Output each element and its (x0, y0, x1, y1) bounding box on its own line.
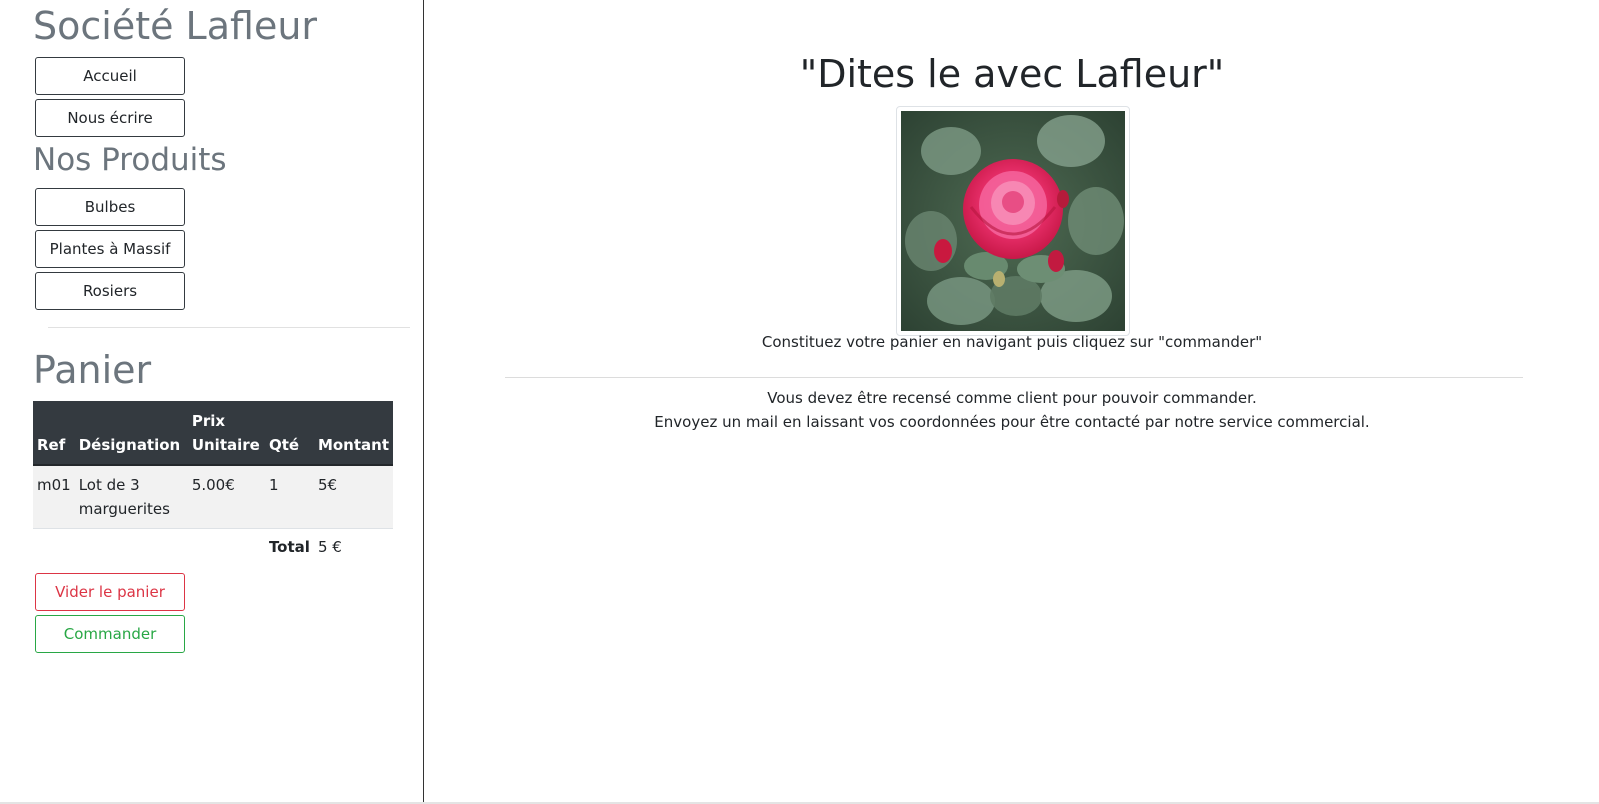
header-amount: Montant (313, 401, 393, 466)
nav-button-nous-ecrire[interactable]: Nous écrire (35, 99, 185, 137)
header-designation: Désignation (74, 401, 188, 466)
nav-button-accueil[interactable]: Accueil (35, 57, 185, 95)
cell-amount: 5€ (313, 465, 393, 529)
order-button[interactable]: Commander (35, 615, 185, 653)
cart-title: Panier (33, 348, 152, 392)
cell-ref: m01 (33, 465, 75, 529)
cell-qty: 1 (264, 465, 314, 529)
cell-unit-price: 5.00€ (187, 465, 265, 529)
cart-header-row: Ref Désignation Prix Unitaire Qté Montan… (33, 401, 393, 466)
sidebar-divider (48, 327, 410, 328)
notice-line-1: Vous devez être recensé comme client pou… (767, 389, 1257, 407)
cart-table: Ref Désignation Prix Unitaire Qté Montan… (33, 401, 393, 566)
product-button-plantes-a-massif[interactable]: Plantes à Massif (35, 230, 185, 268)
total-label: Total (268, 538, 310, 556)
page: Société Lafleur Accueil Nous écrire Nos … (0, 0, 1599, 804)
empty-cart-button[interactable]: Vider le panier (35, 573, 185, 611)
rose-photo (896, 106, 1130, 336)
notice-line-2: Envoyez un mail en laissant vos coordonn… (654, 413, 1370, 431)
sidebar: Société Lafleur Accueil Nous écrire Nos … (0, 0, 424, 802)
table-row: m01 Lot de 3 marguerites 5.00€ 1 5€ (33, 465, 393, 529)
header-unit-price: Prix Unitaire (187, 401, 265, 466)
product-button-rosiers[interactable]: Rosiers (35, 272, 185, 310)
main-divider (505, 377, 1523, 378)
main-content: "Dites le avec Lafleur" Constituez votre… (425, 0, 1599, 802)
product-button-bulbes[interactable]: Bulbes (35, 188, 185, 226)
products-title: Nos Produits (33, 142, 227, 178)
header-ref: Ref (33, 401, 75, 466)
rose-image (901, 111, 1125, 331)
instructions-text: Constituez votre panier en navigant puis… (761, 333, 1263, 351)
main-title: "Dites le avec Lafleur" (799, 52, 1225, 96)
total-row: Total 5 € (33, 529, 393, 567)
header-qty: Qté (264, 401, 314, 466)
total-value: 5 € (317, 538, 342, 556)
cell-designation: Lot de 3 marguerites (74, 465, 188, 529)
company-title: Société Lafleur (33, 4, 318, 48)
